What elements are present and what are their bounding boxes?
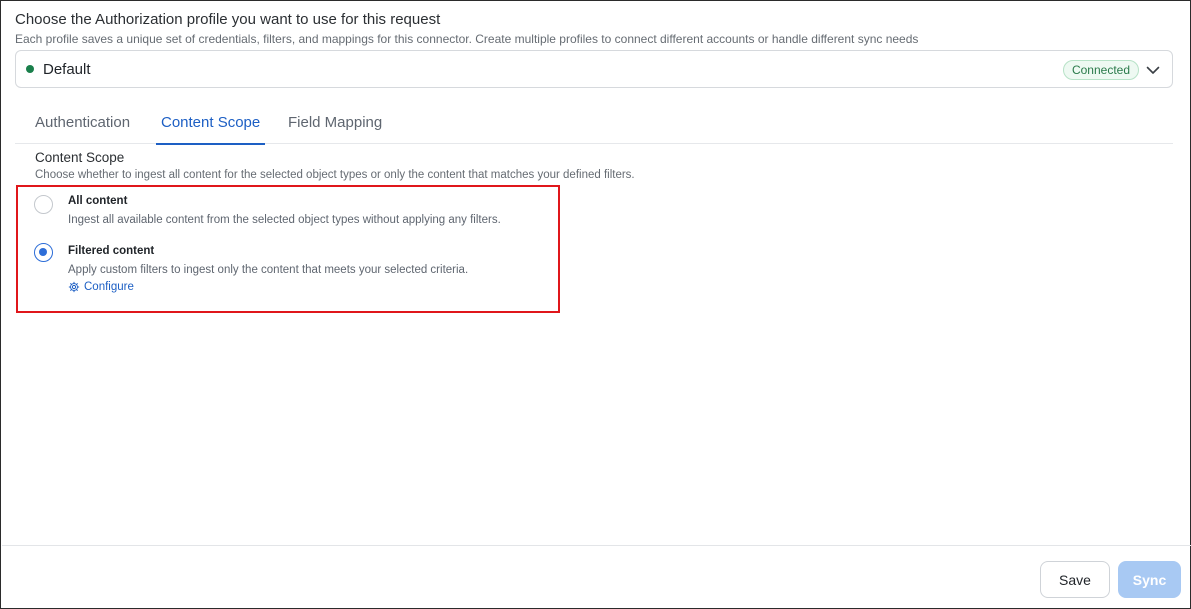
page-subtitle: Each profile saves a unique set of crede… xyxy=(15,32,919,46)
chevron-down-icon[interactable] xyxy=(1145,62,1161,78)
configure-label: Configure xyxy=(84,281,134,293)
option-title-all-content: All content xyxy=(68,195,128,207)
option-description-filtered-content: Apply custom filters to ingest only the … xyxy=(68,264,469,276)
status-dot-icon xyxy=(26,65,34,73)
page-title: Choose the Authorization profile you wan… xyxy=(15,11,441,28)
status-badge: Connected xyxy=(1062,60,1139,80)
configure-link[interactable]: Configure xyxy=(68,281,134,293)
option-description-all-content: Ingest all available content from the se… xyxy=(68,214,501,226)
connector-settings-panel: Choose the Authorization profile you wan… xyxy=(0,0,1191,609)
section-description: Choose whether to ingest all content for… xyxy=(35,169,635,181)
tab-content-scope[interactable]: Content Scope xyxy=(155,100,266,145)
radio-filtered-content[interactable] xyxy=(34,243,53,262)
radio-all-content[interactable] xyxy=(34,195,53,214)
profile-name: Default xyxy=(43,60,91,78)
tab-bar: Authentication Content Scope Field Mappi… xyxy=(15,100,1173,145)
profile-dropdown[interactable]: Default Connected xyxy=(15,50,1173,88)
sync-button[interactable]: Sync xyxy=(1118,561,1181,598)
option-title-filtered-content: Filtered content xyxy=(68,245,155,257)
tab-authentication[interactable]: Authentication xyxy=(35,100,130,144)
section-title: Content Scope xyxy=(35,150,125,165)
save-button[interactable]: Save xyxy=(1040,561,1110,598)
tab-field-mapping[interactable]: Field Mapping xyxy=(288,100,382,144)
footer-divider xyxy=(2,545,1191,546)
gear-icon xyxy=(68,281,80,293)
